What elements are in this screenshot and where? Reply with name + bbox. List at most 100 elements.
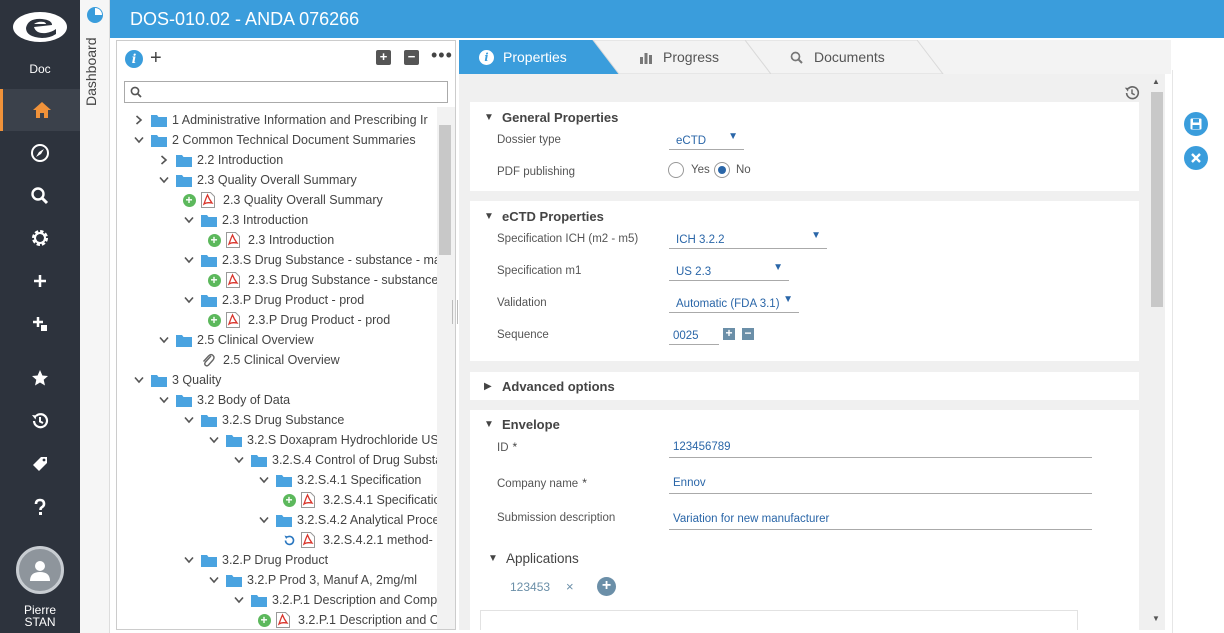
nav-tags[interactable] (0, 443, 80, 485)
close-button[interactable] (1184, 146, 1208, 170)
tab-properties[interactable]: i Properties (479, 40, 567, 74)
tree-node[interactable]: 2.5 Clinical Overview (182, 350, 340, 370)
chevron-down-icon[interactable] (182, 213, 196, 227)
tree-node[interactable]: 2 Common Technical Document Summaries (132, 130, 416, 150)
chevron-down-icon[interactable] (182, 293, 196, 307)
collapse-all-button[interactable]: − (404, 50, 419, 65)
advanced-options-header[interactable]: ▶ Advanced options (484, 379, 615, 394)
add-version-icon[interactable]: + (257, 613, 271, 627)
expand-all-button[interactable]: + (376, 50, 391, 65)
add-version-icon[interactable]: + (182, 193, 196, 207)
chevron-down-icon[interactable] (132, 133, 146, 147)
chevron-down-icon[interactable] (207, 573, 221, 587)
properties-scrollbar[interactable]: ▲ ▼ (1149, 74, 1165, 630)
company-name-input[interactable]: Ennov (669, 474, 1092, 494)
tree-node[interactable]: 3.2 Body of Data (157, 390, 290, 410)
nav-favorites[interactable] (0, 357, 80, 399)
sequence-decrement-button[interactable]: − (742, 327, 754, 340)
tree-node[interactable]: 2.3.S Drug Substance - substance - ma (182, 250, 437, 270)
chevron-down-icon[interactable] (132, 373, 146, 387)
tree-node[interactable]: 2.3 Introduction (182, 210, 308, 230)
chevron-down-icon[interactable] (232, 593, 246, 607)
avatar[interactable] (16, 546, 64, 594)
tree-node[interactable]: +3.2.P.1 Description and C (257, 610, 437, 629)
nav-search[interactable] (0, 175, 80, 217)
add-version-icon[interactable]: + (282, 493, 296, 507)
info-icon[interactable]: i (125, 50, 143, 68)
tree-node[interactable]: +2.3 Quality Overall Summary (182, 190, 383, 210)
add-button[interactable]: + (150, 47, 162, 70)
spec-ich-select[interactable]: ICH 3.2.2 ▼ (669, 229, 827, 249)
tab-progress[interactable]: Progress (639, 40, 719, 74)
tree-node[interactable]: 3.2.S.4.2 Analytical Proce (257, 510, 437, 530)
general-properties-header[interactable]: ▼ General Properties (484, 110, 618, 125)
tree-node[interactable]: 3.2.P.1 Description and Comp (232, 590, 437, 610)
tree-node[interactable]: 1 Administrative Information and Prescri… (132, 110, 428, 130)
add-version-icon[interactable]: + (207, 313, 221, 327)
panel-splitter[interactable] (452, 300, 458, 324)
tree-node[interactable]: 3.2.S.4.1 Specification (257, 470, 421, 490)
tree-node[interactable]: +2.3.P Drug Product - prod (207, 310, 390, 330)
tree-node[interactable]: 3.2.S.4 Control of Drug Substa (232, 450, 437, 470)
chevron-down-icon[interactable] (157, 393, 171, 407)
nav-explore[interactable] (0, 132, 80, 174)
tree-node[interactable]: 3 Quality (132, 370, 221, 390)
chevron-down-icon[interactable] (257, 473, 271, 487)
chevron-down-icon[interactable] (182, 413, 196, 427)
tree-node[interactable]: +2.3 Introduction (207, 230, 334, 250)
nav-help[interactable] (0, 486, 80, 528)
add-version-icon[interactable]: + (207, 233, 221, 247)
envelope-header[interactable]: ▼ Envelope (484, 417, 560, 432)
chevron-right-icon[interactable] (132, 113, 146, 127)
tree-node[interactable]: 2.3.P Drug Product - prod (182, 290, 364, 310)
pdf-no-radio[interactable] (714, 162, 730, 178)
tree-node[interactable]: 2.3 Quality Overall Summary (157, 170, 357, 190)
dashboard-strip[interactable]: Dashboard (80, 0, 110, 633)
spec-m1-select[interactable]: US 2.3 ▼ (669, 261, 789, 281)
scroll-up-icon[interactable]: ▲ (1152, 77, 1160, 86)
nav-history[interactable] (0, 400, 80, 442)
advanced-options-card[interactable]: ▶ Advanced options (470, 372, 1139, 400)
applications-header[interactable]: ▼ Applications (488, 551, 579, 566)
sequence-input[interactable]: 0025 (669, 325, 719, 345)
nav-settings[interactable] (0, 217, 80, 259)
tree-node[interactable]: 3.2.P Drug Product (182, 550, 328, 570)
more-options-icon[interactable]: ••• (431, 45, 453, 66)
add-version-icon[interactable]: + (207, 273, 221, 287)
chevron-down-icon[interactable] (257, 513, 271, 527)
chevron-down-icon[interactable] (207, 433, 221, 447)
scroll-down-icon[interactable]: ▼ (1152, 614, 1160, 623)
submission-description-input[interactable]: Variation for new manufacturer (669, 510, 1092, 530)
tree-node[interactable]: 3.2.S Doxapram Hydrochloride US (207, 430, 437, 450)
chevron-down-icon[interactable] (182, 553, 196, 567)
tree-node[interactable]: +3.2.S.4.1 Specificatio (282, 490, 437, 510)
tree-node[interactable]: 3.2.P Prod 3, Manuf A, 2mg/ml (207, 570, 417, 590)
history-icon[interactable] (1123, 84, 1141, 102)
id-input[interactable]: 123456789 (669, 438, 1092, 458)
save-button[interactable] (1184, 112, 1208, 136)
ectd-properties-header[interactable]: ▼ eCTD Properties (484, 209, 604, 224)
refresh-icon[interactable] (282, 533, 296, 547)
remove-application-button[interactable]: × (566, 579, 574, 594)
tree-node[interactable]: 2.5 Clinical Overview (157, 330, 314, 350)
tree-node[interactable]: 3.2.S.4.2.1 method- (282, 530, 433, 550)
tree-search-input[interactable] (124, 81, 448, 103)
tree-scrollbar[interactable] (437, 107, 455, 629)
tree-node[interactable]: 2.2 Introduction (157, 150, 283, 170)
tree-node[interactable]: +2.3.S Drug Substance - substance (207, 270, 437, 290)
chevron-down-icon[interactable] (157, 333, 171, 347)
chevron-right-icon[interactable] (157, 153, 171, 167)
chevron-down-icon[interactable] (182, 253, 196, 267)
nav-add-node[interactable] (0, 303, 80, 345)
chevron-down-icon[interactable] (232, 453, 246, 467)
sequence-increment-button[interactable]: + (723, 327, 735, 340)
pdf-yes-radio[interactable] (668, 162, 684, 178)
validation-select[interactable]: Automatic (FDA 3.1) ▼ (669, 293, 799, 313)
chevron-down-icon[interactable] (157, 173, 171, 187)
nav-create[interactable] (0, 260, 80, 302)
dossier-type-select[interactable]: eCTD ▼ (669, 130, 744, 150)
tree-node[interactable]: 3.2.S Drug Substance (182, 410, 344, 430)
add-application-button[interactable]: + (597, 577, 616, 596)
tab-documents[interactable]: Documents (790, 40, 885, 74)
nav-home[interactable] (0, 89, 80, 131)
